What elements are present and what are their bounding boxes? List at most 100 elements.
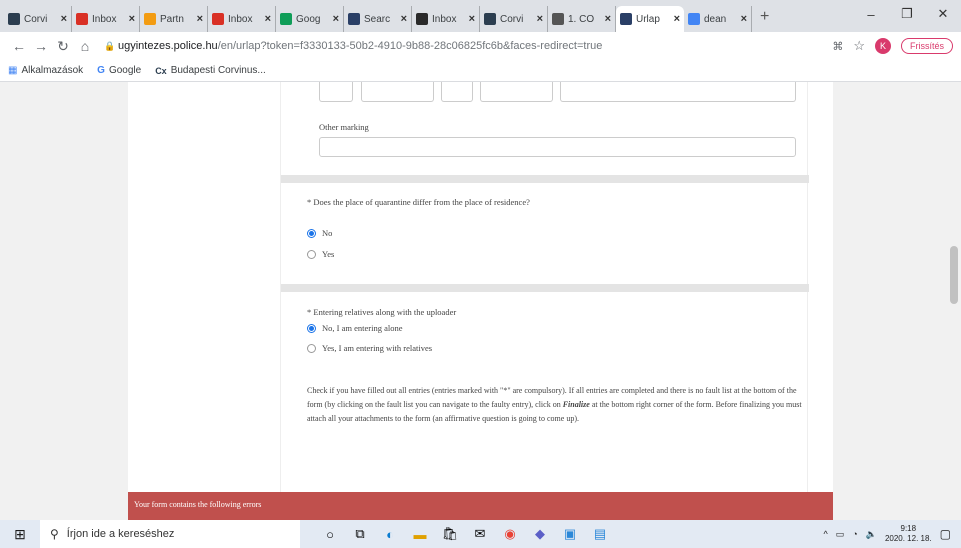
store-icon[interactable]: 🛍 [438, 522, 462, 546]
browser-tab[interactable]: Corvi × [480, 6, 548, 32]
tab-close-icon[interactable]: × [605, 13, 611, 25]
star-icon[interactable]: ☆ [853, 38, 865, 54]
browser-tab[interactable]: 1. CO × [548, 6, 616, 32]
pinned-apps: ○ ⧉ ◐ ▬ 🛍 ✉ ◉ ◆ ▣ ▤ [318, 522, 612, 546]
notifications-icon[interactable]: ▢ [940, 527, 951, 541]
clock-time: 9:18 [900, 524, 917, 533]
minimize-icon[interactable]: – [853, 0, 889, 28]
other-marking-input[interactable] [319, 137, 796, 157]
search-placeholder: Írjon ide a kereséshez [66, 528, 175, 540]
lock-icon: 🔒 [104, 40, 116, 51]
avatar[interactable]: K [874, 38, 891, 54]
page-viewport: Other marking * Does the place of quaran… [0, 82, 961, 520]
quarantine-option-no[interactable]: No [307, 228, 332, 238]
tab-close-icon[interactable]: × [741, 13, 747, 25]
browser-tab[interactable]: Corvi × [4, 6, 72, 32]
translate-icon[interactable]: ⌘ [832, 40, 843, 53]
url-host: ugyintezes.police.hu [118, 40, 218, 52]
forms-icon [620, 13, 632, 25]
corvinus-icon [484, 13, 496, 25]
tab-close-icon[interactable]: × [469, 13, 475, 25]
tray-chevron-icon[interactable]: ^ [824, 529, 828, 539]
app-icon[interactable]: ▤ [588, 522, 612, 546]
browser-tab[interactable]: Goog × [276, 6, 344, 32]
taskbar-search-box[interactable]: ⚲ Írjon ide a kereséshez [40, 520, 300, 548]
close-icon[interactable]: ✕ [925, 0, 961, 28]
corvinus-icon [8, 13, 20, 25]
address-bar-row: ← → ↻ ⌂ 🔒 ugyintezes.police.hu /en/urlap… [0, 32, 961, 60]
edge-icon[interactable]: ◐ [378, 522, 402, 546]
section-divider [281, 175, 809, 183]
clock-date: 2020. 12. 18. [884, 534, 932, 543]
search-icon: ⚲ [50, 527, 59, 541]
browser-tab[interactable]: Úrlap × [616, 6, 684, 32]
tab-title: Inbox [432, 13, 457, 25]
forward-icon[interactable]: → [30, 38, 52, 54]
tab-title: Goog [296, 13, 321, 25]
tab-close-icon[interactable]: × [265, 13, 271, 25]
gmail-icon [212, 13, 224, 25]
quarantine-question: * Does the place of quarantine differ fr… [307, 197, 530, 207]
clock[interactable]: 9:18 2020. 12. 18. [885, 524, 932, 544]
relatives-option-with[interactable]: Yes, I am entering with relatives [307, 343, 432, 353]
home-icon[interactable]: ⌂ [74, 38, 96, 54]
radio-unselected-icon[interactable] [307, 343, 316, 353]
radio-selected-icon[interactable] [307, 323, 316, 333]
tab-title: Inbox [228, 13, 253, 25]
browser-tab[interactable]: Inbox × [412, 6, 480, 32]
page-scrollbar[interactable] [947, 82, 961, 520]
new-tab-icon[interactable]: + [760, 8, 769, 26]
browser-tab[interactable]: Inbox × [208, 6, 276, 32]
url-field[interactable]: 🔒 ugyintezes.police.hu /en/urlap?token=f… [104, 35, 832, 57]
tab-title: Searc [364, 13, 391, 25]
relatives-question: * Entering relatives along with the uplo… [307, 307, 457, 317]
marking-part-5-field[interactable] [560, 82, 796, 102]
battery-icon[interactable]: ▭ [836, 529, 845, 540]
chrome-icon[interactable]: ◉ [498, 522, 522, 546]
marking-part-1-field[interactable] [319, 82, 353, 102]
network-icon[interactable]: ◔ [852, 529, 857, 539]
file-explorer-icon[interactable]: ▬ [408, 522, 432, 546]
quarantine-option-yes[interactable]: Yes [307, 249, 334, 259]
back-icon[interactable]: ← [8, 38, 30, 54]
marking-part-4-field[interactable] [480, 82, 553, 102]
tab-close-icon[interactable]: × [537, 13, 543, 25]
bookmark-apps[interactable]: ▦ Alkalmazások [8, 65, 83, 76]
volume-icon[interactable]: 🔈 [866, 529, 877, 540]
photos-icon[interactable]: ▣ [558, 522, 582, 546]
maximize-icon[interactable]: ❐ [889, 0, 925, 28]
google-sheets-icon [280, 13, 292, 25]
browser-tab[interactable]: Partn × [140, 6, 208, 32]
tab-close-icon[interactable]: × [61, 13, 67, 25]
radio-unselected-icon[interactable] [307, 249, 316, 259]
radio-label: No [322, 228, 333, 238]
system-tray: ^ ▭ ◔ 🔈 9:18 2020. 12. 18. ▢ [824, 524, 961, 544]
form-card: Other marking * Does the place of quaran… [128, 82, 833, 502]
browser-tab[interactable]: dean × [684, 6, 752, 32]
tab-title: Corvi [24, 13, 48, 25]
mail-icon[interactable]: ✉ [468, 522, 492, 546]
radio-label: No, I am entering alone [322, 323, 403, 333]
marking-part-2-field[interactable] [361, 82, 434, 102]
tab-title: Partn [160, 13, 184, 25]
browser-tab[interactable]: Searc × [344, 6, 412, 32]
bookmark-corvinus[interactable]: Cx Budapesti Corvinus... [155, 65, 266, 76]
relatives-option-alone[interactable]: No, I am entering alone [307, 323, 402, 333]
update-button[interactable]: Frissítés [900, 38, 953, 54]
task-view-icon[interactable]: ⧉ [348, 522, 372, 546]
radio-selected-icon[interactable] [307, 228, 316, 238]
tab-close-icon[interactable]: × [333, 13, 339, 25]
browser-tab[interactable]: Inbox × [72, 6, 140, 32]
tab-close-icon[interactable]: × [674, 13, 680, 25]
reload-icon[interactable]: ↻ [52, 38, 74, 55]
bookmark-google[interactable]: G Google [97, 65, 141, 76]
marking-part-3-field[interactable] [441, 82, 473, 102]
scrollbar-thumb[interactable] [950, 246, 958, 304]
tab-close-icon[interactable]: × [401, 13, 407, 25]
tab-title: Úrlap [636, 13, 660, 25]
windows-start-icon[interactable]: ⊞ [0, 520, 40, 548]
tab-close-icon[interactable]: × [197, 13, 203, 25]
teams-icon[interactable]: ◆ [528, 522, 552, 546]
tab-close-icon[interactable]: × [129, 13, 135, 25]
cortana-icon[interactable]: ○ [318, 522, 342, 546]
